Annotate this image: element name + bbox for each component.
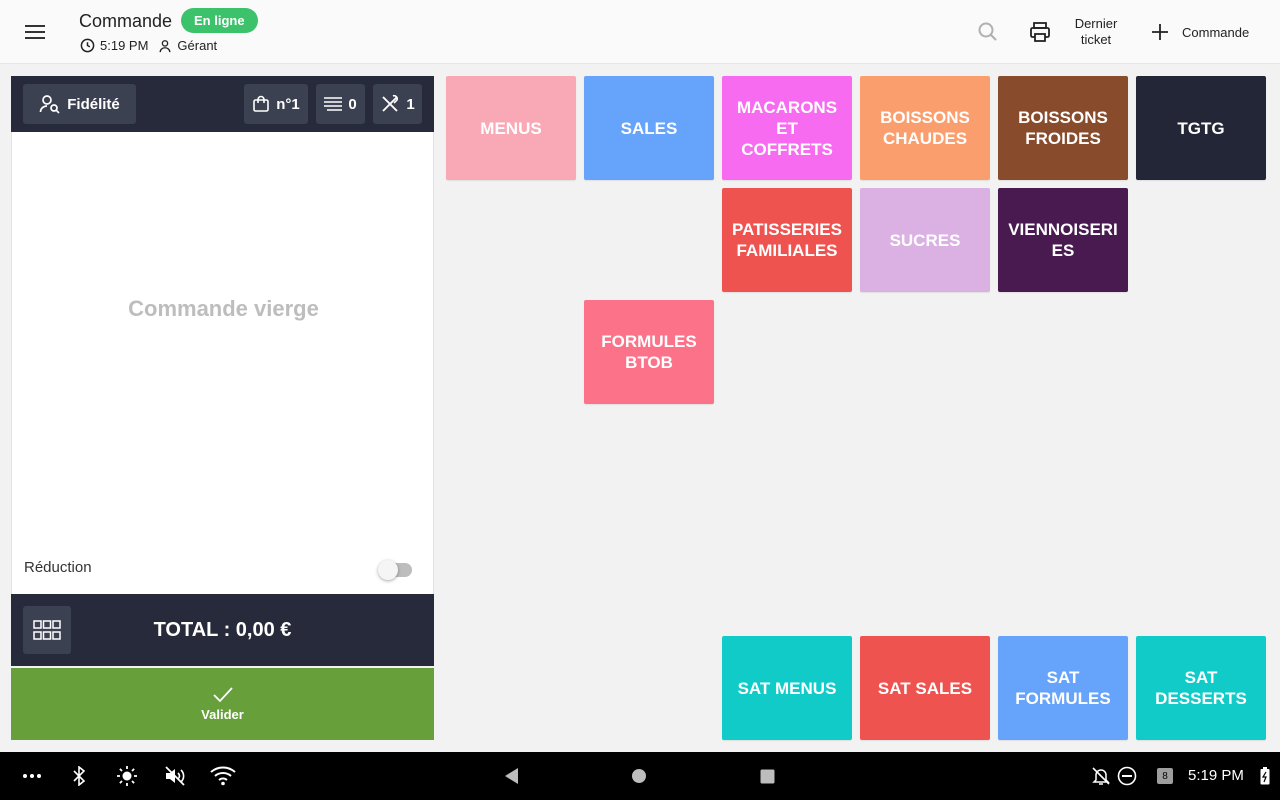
category-tile-sales[interactable]: SALES [584,76,714,180]
wifi-toggle[interactable] [209,764,237,788]
discount-toggle[interactable] [378,560,412,580]
order-time: 5:19 PM [100,38,149,53]
check-icon [212,687,233,703]
hamburger-icon [25,25,45,39]
user-role: Gérant [177,38,218,53]
empty-order-message: Commande vierge [128,296,319,321]
loyalty-label: Fidélité [67,95,120,113]
category-tile-menus[interactable]: MENUS [446,76,576,180]
discount-label: Réduction [24,559,92,576]
notification-count-indicator: 8 [1156,764,1174,788]
category-label: SAT MENUS [737,678,837,698]
notifications-off-indicator [1090,764,1112,788]
new-order-label: Commande [1182,24,1250,40]
loyalty-button[interactable]: Fidélité [23,84,136,124]
online-status-badge: En ligne [181,8,258,33]
more-dots-icon [23,774,41,778]
plus-icon [1152,24,1168,40]
order-total: TOTAL : 0,00 € [153,618,292,641]
notification-count: 8 [1157,768,1173,784]
grid-icon [33,620,61,640]
do-not-disturb-indicator [1116,764,1138,788]
user-icon [159,39,171,52]
recents-square-icon [760,769,774,783]
category-label: SAT FORMULES [1015,668,1111,708]
category-tile-sucres[interactable]: SUCRES [860,188,990,292]
order-lines-area: Commande vierge Réduction [11,132,434,594]
cutlery-icon [382,94,399,112]
covers-button[interactable]: 1 [373,84,422,124]
category-tile-macarons[interactable]: MACARONS ET COFFRETS [722,76,852,180]
last-ticket-label: Dernier ticket [1074,16,1118,47]
validate-button[interactable]: Valider [11,668,434,740]
category-label: VIENNOISERIES [1008,220,1118,260]
order-meta: 5:19 PM Gérant [80,38,217,53]
category-tile-sat-desserts[interactable]: SAT DESSERTS [1136,636,1266,740]
home-button[interactable] [629,764,649,788]
home-circle-icon [632,769,646,783]
toggle-knob [378,560,398,580]
user-info: Gérant [158,38,217,53]
category-label: SAT DESSERTS [1155,668,1247,708]
clock-icon [80,38,95,53]
last-ticket-button[interactable]: Dernier ticket [1028,14,1126,50]
system-navigation-bar: 8 5:19 PM [0,752,1280,800]
category-tile-boissons-froides[interactable]: BOISSONS FROIDES [998,76,1128,180]
hamburger-menu-button[interactable] [16,16,54,48]
bell-off-icon [1092,767,1110,785]
category-tile-sat-formules[interactable]: SAT FORMULES [998,636,1128,740]
list-icon [324,97,343,111]
system-clock: 5:19 PM [1188,767,1244,784]
category-label: MACARONS ET COFFRETS [736,97,838,159]
category-tile-patisseries[interactable]: PATISSERIES FAMILIALES [722,188,852,292]
category-label: MENUS [480,118,542,138]
user-search-icon [39,95,60,114]
wifi-icon [210,766,236,786]
order-lines-button[interactable]: 0 [316,84,365,124]
back-triangle-icon [505,768,518,784]
category-tile-boissons-chaudes[interactable]: BOISSONS CHAUDES [860,76,990,180]
category-label: SALES [620,118,678,138]
category-tile-formules-btob[interactable]: FORMULES BTOB [584,300,714,404]
battery-indicator [1259,764,1271,788]
category-tile-sat-sales[interactable]: SAT SALES [860,636,990,740]
top-bar: Commande En ligne 5:19 PM Gérant Dernier… [0,0,1280,64]
category-label: PATISSERIES FAMILIALES [732,220,842,260]
category-tile-viennoiseries[interactable]: VIENNOISERIES [998,188,1128,292]
page-title: Commande [79,11,173,31]
validate-label: Valider [201,707,244,722]
category-label: BOISSONS FROIDES [1018,108,1108,148]
more-button[interactable] [20,764,44,788]
battery-charging-icon [1260,767,1270,785]
search-icon [978,22,997,41]
category-label: FORMULES BTOB [601,332,697,372]
category-label: SUCRES [889,230,961,250]
order-panel-header: Fidélité n°1 0 1 [11,76,434,132]
covers-count: 1 [406,95,415,113]
shopping-bag-icon [253,95,270,112]
back-button[interactable] [500,764,522,788]
order-number-button[interactable]: n°1 [244,84,308,124]
brightness-toggle[interactable] [115,764,139,788]
recents-button[interactable] [757,764,777,788]
category-tile-tgtg[interactable]: TGTG [1136,76,1266,180]
new-order-button[interactable]: Commande [1148,18,1249,46]
category-tile-sat-menus[interactable]: SAT MENUS [722,636,852,740]
category-label: BOISSONS CHAUDES [880,108,970,148]
brightness-icon [117,766,137,786]
search-button[interactable] [976,20,1002,46]
sound-muted-icon [165,766,185,786]
bluetooth-toggle[interactable] [68,764,90,788]
lines-count: 0 [348,95,357,113]
order-number: n°1 [276,95,300,113]
sound-toggle[interactable] [163,764,187,788]
do-not-disturb-icon [1117,766,1137,786]
bluetooth-icon [73,766,86,786]
keypad-button[interactable] [23,606,71,654]
category-label: TGTG [1177,118,1225,138]
printer-icon [1030,22,1050,42]
total-bar: TOTAL : 0,00 € [11,594,434,666]
category-label: SAT SALES [877,678,973,698]
